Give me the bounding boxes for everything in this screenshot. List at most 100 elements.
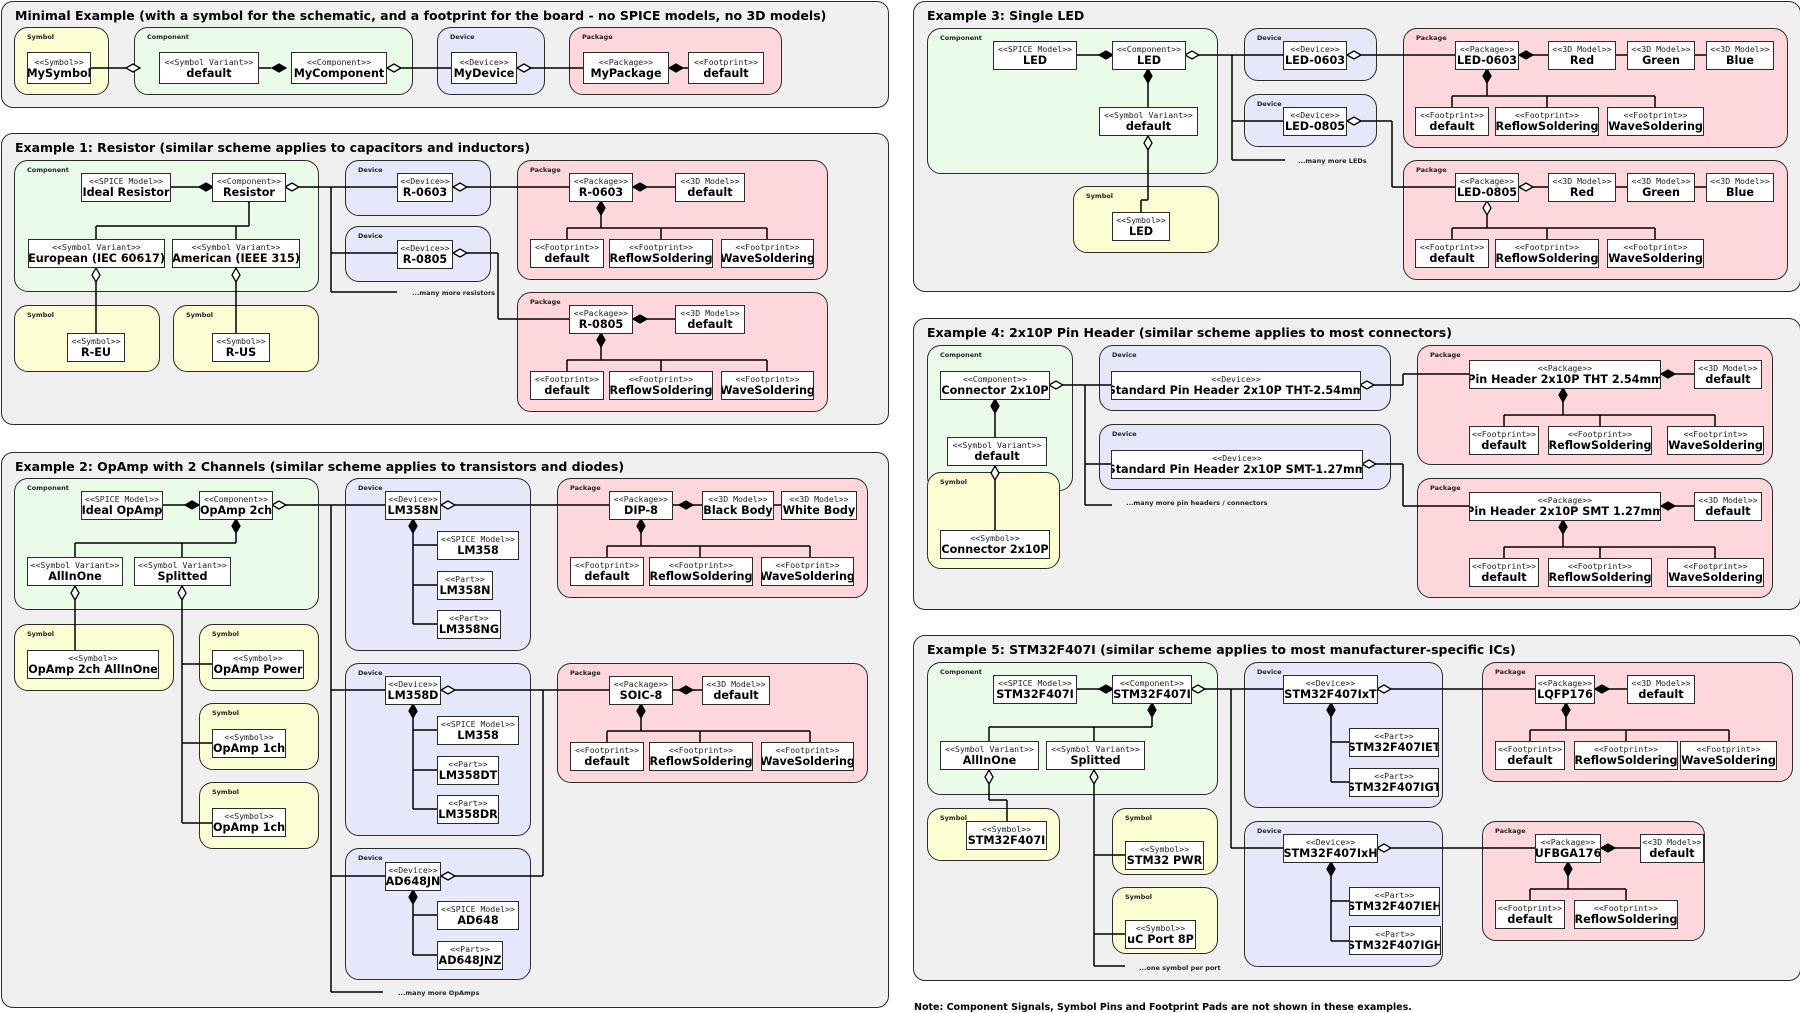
footprint-node[interactable]: <<Footprint>> WaveSoldering	[1667, 558, 1764, 587]
footprint-node[interactable]: <<Footprint>> ReflowSoldering	[609, 239, 713, 268]
package-node[interactable]: <<Package>> Pin Header 2x10P SMT 1.27mm	[1469, 492, 1661, 521]
symbol-node[interactable]: <<Symbol>> R-US	[212, 333, 270, 362]
footprint-node[interactable]: <<Footprint>> WaveSoldering	[761, 742, 854, 771]
package-node[interactable]: <<Package>> UFBGA176	[1535, 834, 1601, 863]
3d-model-node[interactable]: <<3D Model>> Red	[1548, 41, 1616, 70]
spice-model-node[interactable]: <<SPICE Model>> AD648	[437, 901, 519, 930]
package-node[interactable]: <<Package>> LED-0805	[1455, 173, 1519, 202]
symbol-variant-node[interactable]: <<Symbol Variant>> default	[159, 52, 259, 84]
footprint-node[interactable]: <<Footprint>> WaveSoldering	[1607, 239, 1704, 268]
3d-model-node[interactable]: <<3D Model>> White Body	[781, 491, 857, 520]
3d-model-node[interactable]: <<3D Model>> default	[1694, 360, 1762, 389]
footprint-node[interactable]: <<Footprint>> default	[570, 557, 644, 586]
footprint-node[interactable]: <<Footprint>> ReflowSoldering	[649, 742, 753, 771]
3d-model-node[interactable]: <<3D Model>> default	[1627, 675, 1695, 704]
part-node[interactable]: <<Part>> LM358NG	[437, 610, 501, 639]
symbol-node[interactable]: <<Symbol>> STM32F407I	[966, 821, 1047, 850]
footprint-node[interactable]: <<Footprint>> WaveSoldering	[1667, 426, 1764, 455]
component-node[interactable]: <<Component>> OpAmp 2ch	[199, 491, 273, 520]
symbol-variant-node[interactable]: <<Symbol Variant>> default	[947, 437, 1047, 466]
device-node[interactable]: <<Device>> R-0603	[397, 173, 453, 202]
footprint-node[interactable]: <<Footprint>> ReflowSoldering	[1495, 107, 1599, 136]
footprint-node[interactable]: <<Footprint>> ReflowSoldering	[1495, 239, 1599, 268]
footprint-node[interactable]: <<Footprint>> default	[530, 239, 604, 268]
spice-model-node[interactable]: <<SPICE Model>> LED	[993, 41, 1077, 70]
footprint-node[interactable]: <<Footprint>> default	[1495, 900, 1565, 929]
footprint-node[interactable]: <<Footprint>> default	[1495, 741, 1565, 770]
symbol-node[interactable]: <<Symbol>> OpAmp 2ch AllInOne	[27, 650, 159, 679]
symbol-variant-node[interactable]: <<Symbol Variant>> Splitted	[134, 557, 231, 586]
part-node[interactable]: <<Part>> STM32F407IGT	[1349, 768, 1439, 797]
device-node[interactable]: <<Device>> Standard Pin Header 2x10P SMT-…	[1111, 450, 1363, 479]
component-node[interactable]: <<Component>> STM32F407I	[1112, 675, 1192, 704]
device-node[interactable]: <<Device>> Standard Pin Header 2x10P THT-…	[1111, 371, 1361, 400]
spice-model-node[interactable]: <<SPICE Model>> Ideal OpAmp	[81, 491, 163, 520]
footprint-node[interactable]: <<Footprint>> WaveSoldering	[721, 239, 814, 268]
device-node[interactable]: <<Device>> STM32F407IxH	[1283, 834, 1378, 863]
package-node[interactable]: <<Package>> LED-0603	[1455, 41, 1519, 70]
spice-model-node[interactable]: <<SPICE Model>> LM358	[437, 716, 519, 745]
3d-model-node[interactable]: <<3D Model>> Blue	[1706, 173, 1774, 202]
symbol-variant-node[interactable]: <<Symbol Variant>> European (IEC 60617)	[28, 239, 165, 268]
package-node[interactable]: <<Package>> R-0805	[569, 305, 633, 334]
symbol-node[interactable]: <<Symbol>> R-EU	[67, 333, 125, 362]
footprint-node[interactable]: <<Footprint>> default	[1415, 107, 1489, 136]
package-node[interactable]: <<Package>> LQFP176	[1535, 675, 1595, 704]
spice-model-node[interactable]: <<SPICE Model>> Ideal Resistor	[81, 173, 171, 202]
component-node[interactable]: <<Component>> Resistor	[212, 173, 286, 202]
footprint-node[interactable]: <<Footprint>> ReflowSoldering	[609, 371, 713, 400]
footprint-node[interactable]: <<Footprint>> WaveSoldering	[1680, 741, 1777, 770]
package-node[interactable]: <<Package>> R-0603	[569, 173, 633, 202]
device-node[interactable]: <<Device>> LED-0805	[1283, 107, 1347, 136]
part-node[interactable]: <<Part>> LM358N	[437, 571, 493, 600]
spice-model-node[interactable]: <<SPICE Model>> LM358	[437, 531, 519, 560]
3d-model-node[interactable]: <<3D Model>> default	[702, 676, 770, 705]
3d-model-node[interactable]: <<3D Model>> default	[675, 173, 745, 202]
3d-model-node[interactable]: <<3D Model>> default	[1640, 834, 1704, 863]
footprint-node[interactable]: <<Footprint>> default	[1469, 558, 1539, 587]
symbol-variant-node[interactable]: <<Symbol Variant>> Splitted	[1046, 741, 1145, 770]
footprint-node[interactable]: <<Footprint>> ReflowSoldering	[1574, 741, 1678, 770]
part-node[interactable]: <<Part>> AD648JNZ	[437, 941, 503, 970]
component-node[interactable]: <<Component>> MyComponent	[291, 52, 387, 84]
footprint-node[interactable]: <<Footprint>> ReflowSoldering	[1548, 558, 1652, 587]
symbol-node[interactable]: <<Symbol>> uC Port 8P	[1125, 920, 1196, 949]
package-node[interactable]: <<Package>> Pin Header 2x10P THT 2.54mm	[1469, 360, 1661, 389]
3d-model-node[interactable]: <<3D Model>> default	[1694, 492, 1762, 521]
footprint-node[interactable]: <<Footprint>> default	[1415, 239, 1489, 268]
package-node[interactable]: <<Package>> DIP-8	[609, 491, 673, 520]
footprint-node[interactable]: <<Footprint>> WaveSoldering	[761, 557, 854, 586]
device-node[interactable]: <<Device>> MyDevice	[451, 52, 517, 84]
part-node[interactable]: <<Part>> STM32F407IEH	[1349, 887, 1440, 916]
part-node[interactable]: <<Part>> LM358DT	[437, 756, 499, 785]
component-node[interactable]: <<Component>> LED	[1112, 41, 1186, 70]
part-node[interactable]: <<Part>> STM32F407IGH	[1349, 926, 1441, 955]
footprint-node[interactable]: <<Footprint>> WaveSoldering	[721, 371, 814, 400]
symbol-node[interactable]: <<Symbol>> LED	[1112, 212, 1170, 241]
device-node[interactable]: <<Device>> AD648JN	[385, 862, 441, 891]
device-node[interactable]: <<Device>> LM358D	[385, 676, 441, 705]
3d-model-node[interactable]: <<3D Model>> default	[675, 305, 745, 334]
symbol-variant-node[interactable]: <<Symbol Variant>> default	[1099, 107, 1198, 136]
symbol-variant-node[interactable]: <<Symbol Variant>> AllInOne	[940, 741, 1039, 770]
symbol-node[interactable]: <<Symbol>> Connector 2x10P	[940, 530, 1050, 559]
device-node[interactable]: <<Device>> LED-0603	[1283, 41, 1347, 70]
symbol-node[interactable]: <<Symbol>> OpAmp Power	[212, 650, 304, 679]
3d-model-node[interactable]: <<3D Model>> Red	[1548, 173, 1616, 202]
part-node[interactable]: <<Part>> STM32F407IET	[1349, 728, 1439, 757]
footprint-node[interactable]: <<Footprint>> ReflowSoldering	[1548, 426, 1652, 455]
symbol-node[interactable]: <<Symbol>> MySymbol	[27, 52, 91, 84]
symbol-node[interactable]: <<Symbol>> STM32 PWR	[1125, 841, 1204, 870]
footprint-node[interactable]: <<Footprint>> default	[1469, 426, 1539, 455]
3d-model-node[interactable]: <<3D Model>> Green	[1627, 41, 1695, 70]
device-node[interactable]: <<Device>> LM358N	[385, 491, 441, 520]
package-node[interactable]: <<Package>> SOIC-8	[609, 676, 673, 705]
device-node[interactable]: <<Device>> STM32F407IxT	[1283, 675, 1378, 704]
part-node[interactable]: <<Part>> LM358DR	[437, 795, 499, 824]
footprint-node[interactable]: <<Footprint>> default	[688, 52, 764, 84]
symbol-node[interactable]: <<Symbol>> OpAmp 1ch	[212, 729, 286, 758]
3d-model-node[interactable]: <<3D Model>> Blue	[1706, 41, 1774, 70]
3d-model-node[interactable]: <<3D Model>> Black Body	[702, 491, 774, 520]
footprint-node[interactable]: <<Footprint>> default	[570, 742, 644, 771]
component-node[interactable]: <<Component>> Connector 2x10P	[940, 371, 1050, 400]
